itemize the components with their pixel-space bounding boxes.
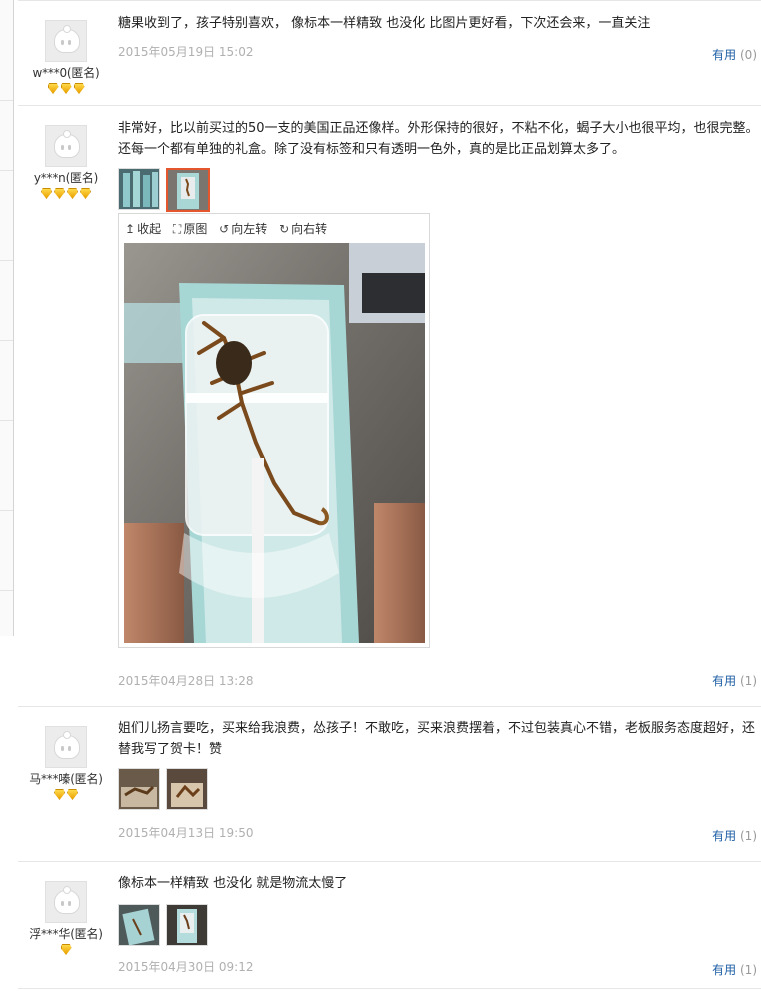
useful-button[interactable]: 有用 (1) <box>712 961 757 978</box>
member-level-gems <box>18 83 114 94</box>
expand-icon: ⛶ <box>172 222 182 236</box>
photo-thumbnails <box>118 904 761 948</box>
enlarged-photo[interactable] <box>124 243 425 643</box>
review-date: 2015年04月30日 09:12 <box>118 960 254 974</box>
photo-thumbnail[interactable] <box>166 768 208 810</box>
collapse-icon: ↥ <box>125 222 136 236</box>
original-image-button[interactable]: ⛶ 原图 <box>173 214 207 244</box>
avatar[interactable] <box>45 20 87 62</box>
useful-button[interactable]: 有用 (1) <box>712 672 757 689</box>
gem-icon <box>41 188 52 199</box>
reviewer-name: y***n(匿名) <box>33 171 99 185</box>
review-item: w***0(匿名) 糖果收到了，孩子特别喜欢， 像标本一样精致 也没化 比图片更… <box>18 0 761 106</box>
reviewer-name: 马***嗪(匿名) <box>29 772 103 786</box>
reviewer-info: 浮***华(匿名) <box>18 881 114 955</box>
gem-icon <box>47 83 59 94</box>
thumbnail-image <box>119 905 159 945</box>
useful-button[interactable]: 有用 (1) <box>712 827 757 844</box>
gem-icon <box>60 83 72 94</box>
rotate-left-button[interactable]: ↺ 向左转 <box>219 214 267 244</box>
review-item: 浮***华(匿名) 像标本一样精致 也没化 就是物流太慢了 2015年04月30… <box>18 862 761 989</box>
review-date: 2015年04月13日 19:50 <box>118 826 254 840</box>
gem-icon <box>67 188 78 199</box>
thumbnail-image <box>168 170 208 210</box>
rotate-right-icon: ↻ <box>279 222 290 236</box>
collapse-button[interactable]: ↥ 收起 <box>125 214 161 244</box>
avatar[interactable] <box>45 125 87 167</box>
thumbnail-image <box>119 769 159 809</box>
review-text: 非常好，比以前买过的50一支的美国正品还像样。外形保持的很好，不粘不化，蝎子大小… <box>118 121 759 157</box>
review-item: 马***嗪(匿名) 姐们儿扬言要吃，买来给我浪费，怂孩子！不敢吃，买来浪费摆着，… <box>18 707 761 862</box>
photo-thumbnail[interactable] <box>118 904 160 946</box>
reviewer-name: 浮***华(匿名) <box>29 927 103 941</box>
gem-icon <box>60 944 72 955</box>
rotate-left-icon: ↺ <box>219 222 230 236</box>
member-level-gems <box>18 188 114 199</box>
review-text: 糖果收到了，孩子特别喜欢， 像标本一样精致 也没化 比图片更好看，下次还会来，一… <box>118 16 651 31</box>
review-item: y***n(匿名) 非常好，比以前买过的50一支的美国正品还像样。外形保持的很好… <box>18 106 761 707</box>
review-date: 2015年05月19日 15:02 <box>118 45 254 59</box>
rotate-right-button[interactable]: ↻ 向右转 <box>279 214 327 244</box>
avatar[interactable] <box>45 726 87 768</box>
photo-viewer: ↥ 收起 ⛶ 原图 ↺ 向左转 ↻ 向右转 <box>118 213 430 648</box>
reviewer-info: w***0(匿名) <box>18 20 114 94</box>
photo-thumbnail[interactable] <box>118 168 160 210</box>
photo-thumbnails <box>118 168 761 212</box>
thumbnail-image <box>167 905 207 945</box>
gem-icon <box>80 188 91 199</box>
reviewer-info: 马***嗪(匿名) <box>18 726 114 800</box>
scorpion-lollipop-photo <box>124 243 425 643</box>
member-level-gems <box>18 944 114 955</box>
gem-icon <box>54 789 65 800</box>
left-panel-edge <box>0 0 14 636</box>
gem-icon <box>67 789 78 800</box>
review-date: 2015年04月28日 13:28 <box>118 674 254 688</box>
review-text: 像标本一样精致 也没化 就是物流太慢了 <box>118 876 348 891</box>
thumbnail-image <box>167 769 207 809</box>
review-text: 姐们儿扬言要吃，买来给我浪费，怂孩子！不敢吃，买来浪费摆着，不过包装真心不错，老… <box>118 721 756 757</box>
useful-button[interactable]: 有用 (0) <box>712 46 757 63</box>
reviewer-name: w***0(匿名) <box>32 66 100 80</box>
member-level-gems <box>18 789 114 800</box>
avatar[interactable] <box>45 881 87 923</box>
photo-thumbnail-selected[interactable] <box>166 168 210 212</box>
photo-thumbnail[interactable] <box>166 904 208 946</box>
viewer-toolbar: ↥ 收起 ⛶ 原图 ↺ 向左转 ↻ 向右转 <box>119 214 429 244</box>
gem-icon <box>54 188 65 199</box>
gem-icon <box>73 83 85 94</box>
thumbnail-image <box>119 169 159 209</box>
photo-thumbnails <box>118 768 761 812</box>
reviewer-info: y***n(匿名) <box>18 125 114 199</box>
photo-thumbnail[interactable] <box>118 768 160 810</box>
